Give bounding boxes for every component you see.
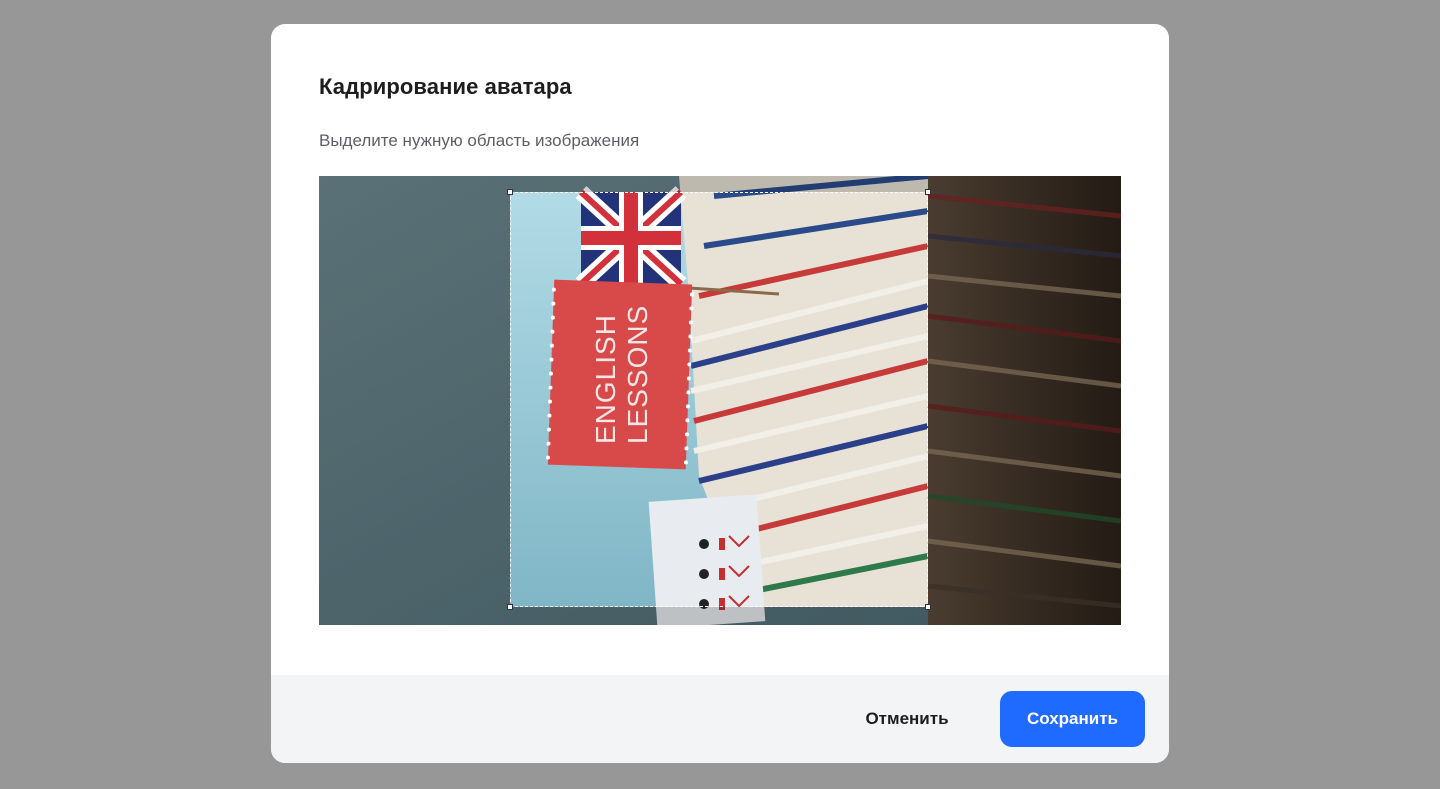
cancel-button[interactable]: Отменить [835,691,979,747]
dialog-footer: Отменить Сохранить [271,675,1169,763]
crop-selection-box[interactable] [507,189,931,610]
crop-handle-top-right[interactable] [925,189,931,195]
crop-handle-bottom-left[interactable] [507,604,513,610]
dialog-title: Кадрирование аватара [319,74,572,99]
crop-handle-top-left[interactable] [507,189,513,195]
crop-handle-bottom-right[interactable] [925,604,931,610]
crop-avatar-dialog: Кадрирование аватара Выделите нужную обл… [271,24,1169,763]
crop-canvas[interactable]: ENGLISH LESSONS [319,176,1121,625]
save-button[interactable]: Сохранить [1000,691,1145,747]
dialog-subtitle: Выделите нужную область изображения [319,131,640,150]
